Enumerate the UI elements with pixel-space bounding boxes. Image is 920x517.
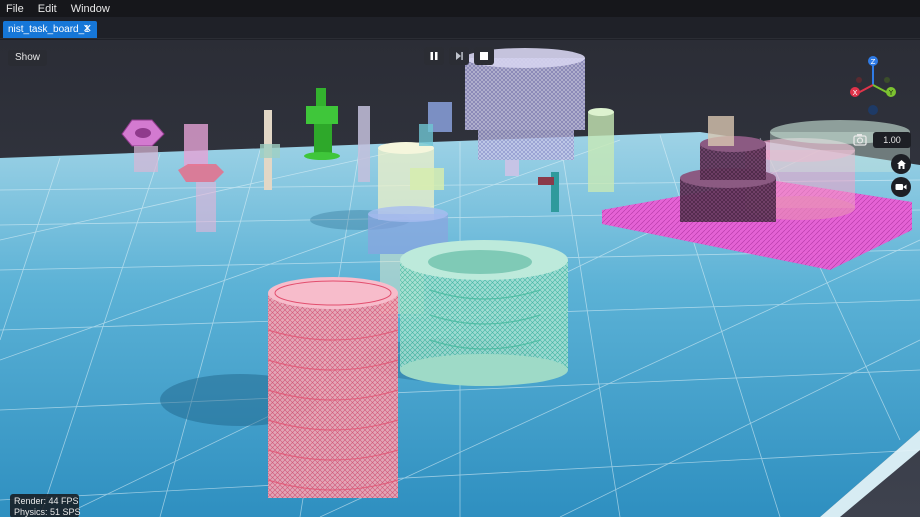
- home-button[interactable]: [891, 154, 911, 174]
- scene-render: [0, 40, 920, 517]
- physics-stat: Physics: 51 SPS: [14, 507, 81, 517]
- y-axis-label: Y: [888, 89, 894, 97]
- step-button[interactable]: [449, 47, 469, 65]
- menu-file[interactable]: File: [6, 3, 24, 15]
- home-icon: [896, 159, 906, 169]
- tab-nist-task-board[interactable]: nist_task_board_1 ✕: [3, 21, 97, 38]
- stop-button[interactable]: [474, 47, 494, 65]
- playback-controls: [424, 47, 494, 65]
- show-button[interactable]: Show: [8, 50, 48, 66]
- 3d-viewport[interactable]: Show Z X Y 1.00: [0, 40, 920, 517]
- zoom-level[interactable]: 1.00: [873, 132, 911, 148]
- stop-icon: [480, 52, 488, 60]
- step-forward-icon: [456, 52, 463, 60]
- z-axis-label: Z: [871, 58, 876, 66]
- axis-gizmo[interactable]: Z X Y: [844, 55, 904, 117]
- tab-label: nist_task_board_1: [8, 24, 90, 35]
- x-axis-label: X: [853, 89, 858, 97]
- menu-edit[interactable]: Edit: [38, 3, 57, 15]
- menu-window[interactable]: Window: [71, 3, 110, 15]
- menu-bar: File Edit Window: [0, 0, 920, 17]
- camera-icon[interactable]: [851, 132, 869, 148]
- render-stat: Render: 44 FPS: [14, 496, 79, 506]
- performance-stats: Render: 44 FPS Physics: 51 SPS: [10, 494, 81, 517]
- pause-icon: [430, 52, 438, 60]
- record-video-button[interactable]: [891, 177, 911, 197]
- pause-button[interactable]: [424, 47, 444, 65]
- tab-strip: nist_task_board_1 ✕: [0, 17, 920, 39]
- video-camera-icon: [895, 184, 907, 190]
- close-icon[interactable]: ✕: [83, 22, 92, 35]
